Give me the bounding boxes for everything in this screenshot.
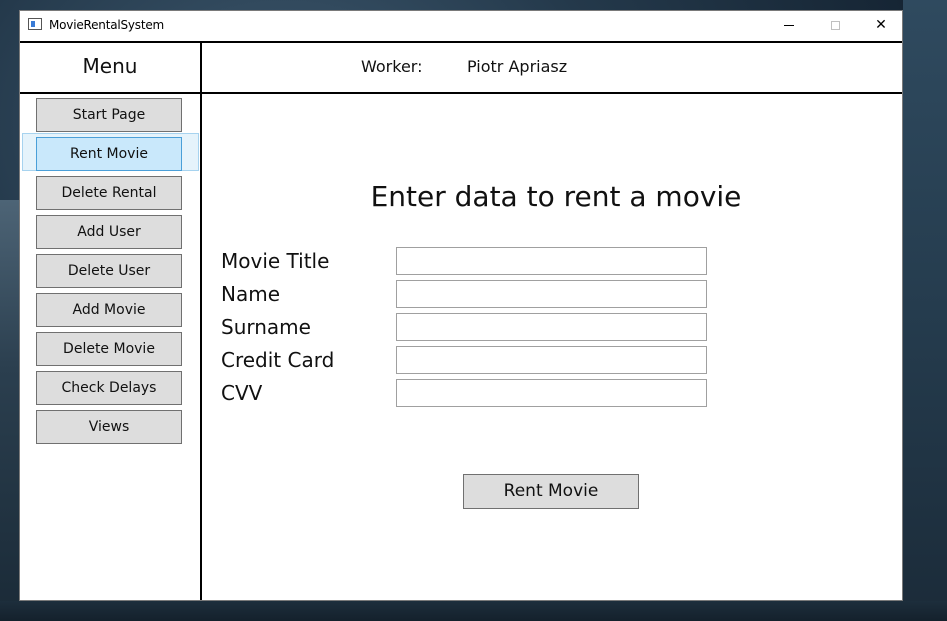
nav-rent-movie-button[interactable]: Rent Movie [36,137,182,171]
menu-title: Menu [82,54,138,78]
nav-delete-user-button[interactable]: Delete User [36,254,182,288]
window-title: MovieRentalSystem [49,18,165,32]
name-label: Name [221,282,281,306]
divider-top [20,41,902,43]
movie-title-input[interactable] [396,247,707,275]
nav-delete-movie-button[interactable]: Delete Movie [36,332,182,366]
nav-views-button[interactable]: Views [36,410,182,444]
app-window: MovieRentalSystem ✕ Menu Worker: Piotr A… [19,10,903,601]
nav-delete-rental-button[interactable]: Delete Rental [36,176,182,210]
worker-label: Worker: [361,57,423,76]
rent-movie-button[interactable]: Rent Movie [463,474,639,509]
cvv-input[interactable] [396,379,707,407]
nav-check-delays-button[interactable]: Check Delays [36,371,182,405]
maximize-button[interactable] [812,11,858,41]
app-window-icon [28,18,42,30]
credit-card-label: Credit Card [221,348,335,372]
main-panel: Enter data to rent a movie Movie Title N… [202,94,902,600]
minimize-icon [784,24,794,26]
surname-label: Surname [221,315,311,339]
minimize-button[interactable] [766,11,812,41]
surname-input[interactable] [396,313,707,341]
close-button[interactable]: ✕ [858,11,904,41]
name-input[interactable] [396,280,707,308]
close-icon: ✕ [875,17,887,33]
cvv-label: CVV [221,381,263,405]
nav-add-user-button[interactable]: Add User [36,215,182,249]
page-heading: Enter data to rent a movie [370,180,742,213]
worker-name: Piotr Apriasz [467,57,568,76]
nav-add-movie-button[interactable]: Add Movie [36,293,182,327]
maximize-icon [830,20,840,30]
title-bar[interactable]: MovieRentalSystem ✕ [20,11,902,41]
movie-title-label: Movie Title [221,249,330,273]
desktop-background-bottom [0,601,947,621]
nav-start-page-button[interactable]: Start Page [36,98,182,132]
credit-card-input[interactable] [396,346,707,374]
sidebar: Start Page Rent Movie Delete Rental Add … [20,94,200,600]
desktop-background-right [903,0,947,621]
window-content: Menu Worker: Piotr Apriasz Start Page Re… [20,41,902,600]
